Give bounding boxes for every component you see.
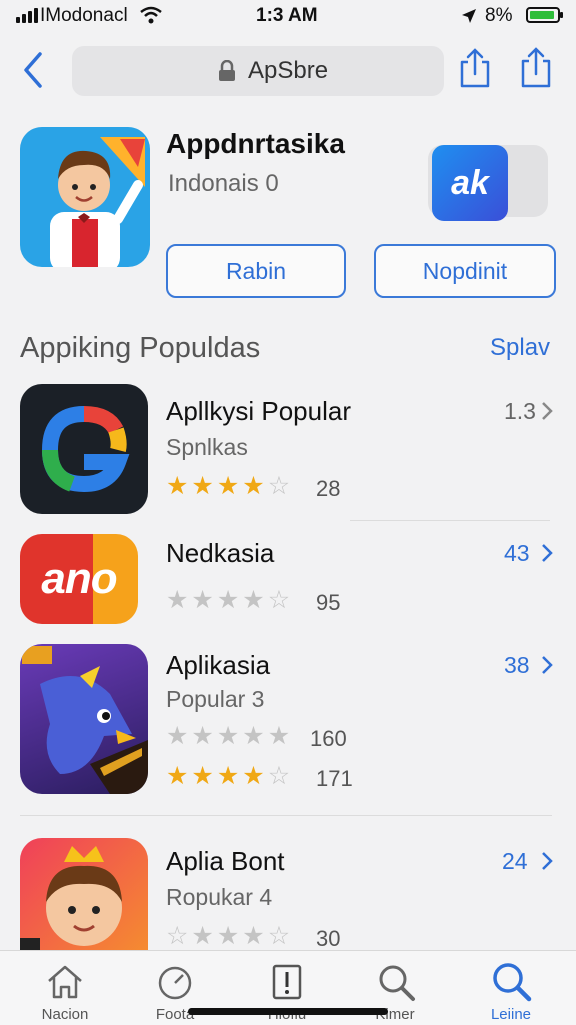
row-value: 38 xyxy=(504,652,530,678)
app-icon xyxy=(20,838,148,952)
url-text: ApSbre xyxy=(248,57,329,84)
signal-icon xyxy=(16,8,38,23)
home-icon xyxy=(48,965,82,999)
app-name: Apllkysi Popular xyxy=(166,396,351,426)
app-subtitle: Popular 3 xyxy=(166,686,265,712)
rating-count: 30 xyxy=(316,926,341,951)
star-icon: ★ xyxy=(166,762,189,790)
star-icon: ★ xyxy=(216,586,240,614)
star-rating: ★ ★ ★ ★ ☆ xyxy=(166,764,290,789)
star-icon: ★ xyxy=(166,722,189,750)
list-item[interactable]: Aplikasia Popular 3 ★ ★ ★ ★ ★ 160 ★ ★ ★ ★ ☆ 171 … xyxy=(0,640,576,800)
app-icon xyxy=(20,644,148,794)
share-icon xyxy=(521,47,551,88)
row-value: 24 xyxy=(502,848,528,874)
star-icon: ★ xyxy=(166,472,189,500)
app-name: Nedkasia xyxy=(166,538,275,568)
tab-leiine[interactable]: Leiine xyxy=(461,951,561,1025)
star-icon: ☆ xyxy=(267,472,291,500)
app-name: Aplia Bont xyxy=(166,846,285,876)
chevron-right-icon xyxy=(540,542,554,569)
share-icon xyxy=(460,48,490,88)
app-badge-icon: ak xyxy=(432,145,508,221)
star-icon: ★ xyxy=(191,722,214,750)
list-item[interactable]: ano Nedkasia ★ ★ ★ ★ ☆ 95 43 xyxy=(0,528,576,628)
star-icon: ★ xyxy=(242,762,265,790)
star-icon: ★ xyxy=(242,722,265,750)
rating-count: 28 xyxy=(316,476,341,501)
search-icon xyxy=(379,965,415,1001)
app-subtitle: Ropukar 4 xyxy=(166,884,273,910)
nopdinit-button[interactable]: Nopdinit xyxy=(374,244,556,298)
star-icon: ☆ xyxy=(166,922,189,950)
featured-side-badge[interactable]: ak xyxy=(428,145,548,221)
app-subtitle: Spnlkas xyxy=(166,434,248,460)
chevron-left-icon xyxy=(24,52,42,88)
divider xyxy=(350,520,550,521)
star-icon: ★ xyxy=(216,922,240,950)
list-item[interactable]: Apllkysi Popular Spnlkas ★ ★ ★ ★ ☆ 28 1.3 xyxy=(0,380,576,520)
tab-label: Nacion xyxy=(41,1006,89,1023)
rating-count: 171 xyxy=(316,766,353,791)
row-value: 43 xyxy=(504,540,530,566)
chevron-right-icon xyxy=(540,850,554,877)
app-badge-text: ak xyxy=(451,163,489,202)
list-item[interactable]: Aplia Bont Ropukar 4 ☆ ★ ★ ★ ☆ 30 24 xyxy=(0,836,576,952)
divider xyxy=(20,815,552,816)
star-icon: ★ xyxy=(216,472,240,500)
lock-icon xyxy=(218,59,236,87)
clock-time: 1:3 AM xyxy=(256,5,318,26)
app-icon: ano xyxy=(20,534,138,624)
rating-count: 160 xyxy=(310,726,347,751)
tab-nacion[interactable]: Nacion xyxy=(15,951,115,1025)
featured-title: Appdnrtasika xyxy=(166,128,345,159)
star-icon: ★ xyxy=(166,586,189,614)
star-rating: ★ ★ ★ ★ ☆ xyxy=(166,588,290,613)
star-icon: ☆ xyxy=(267,762,291,790)
address-bar[interactable]: ApSbre xyxy=(72,46,444,96)
search-icon xyxy=(493,963,532,1002)
star-icon: ★ xyxy=(267,722,291,750)
clock-icon xyxy=(158,966,192,1000)
star-rating: ★ ★ ★ ★ ☆ xyxy=(166,474,290,499)
row-value: 1.3 xyxy=(504,398,536,424)
app-name: Aplikasia xyxy=(166,650,271,680)
star-icon: ★ xyxy=(191,472,214,500)
rabin-button[interactable]: Rabin xyxy=(166,244,346,298)
star-rating: ☆ ★ ★ ★ ☆ xyxy=(166,924,290,949)
star-icon: ★ xyxy=(216,762,240,790)
home-indicator[interactable] xyxy=(188,1008,388,1015)
share-button-2[interactable] xyxy=(516,44,556,90)
star-icon: ★ xyxy=(191,586,214,614)
star-icon: ★ xyxy=(191,762,214,790)
featured-subtitle: Indonais 0 xyxy=(168,170,279,197)
status-bar: IModonacl 1:3 AM 8% xyxy=(0,0,576,32)
chevron-right-icon xyxy=(540,400,554,427)
star-icon: ☆ xyxy=(267,586,291,614)
location-icon xyxy=(460,7,478,31)
chevron-right-icon xyxy=(540,654,554,681)
share-button[interactable] xyxy=(456,46,494,90)
battery-icon xyxy=(526,7,563,23)
battery-percent: 8% xyxy=(485,5,513,26)
star-icon: ★ xyxy=(242,472,265,500)
carrier-label: IModonacl xyxy=(40,5,128,26)
see-all-link[interactable]: Splav xyxy=(490,334,550,362)
star-rating: ★ ★ ★ ★ ★ xyxy=(166,724,290,749)
star-icon: ★ xyxy=(242,922,265,950)
star-icon: ☆ xyxy=(267,922,291,950)
star-icon: ★ xyxy=(242,586,265,614)
star-icon: ★ xyxy=(216,722,240,750)
section-title: Appiking Populdas xyxy=(20,332,261,364)
app-icon xyxy=(20,384,148,514)
rating-count: 95 xyxy=(316,590,341,615)
featured-app-icon[interactable] xyxy=(20,127,150,267)
app-icon-text: ano xyxy=(41,554,117,603)
wifi-icon xyxy=(140,6,162,30)
star-icon: ★ xyxy=(191,922,214,950)
tab-label: Leiine xyxy=(490,1006,532,1023)
alert-icon xyxy=(272,964,302,1000)
back-button[interactable] xyxy=(18,50,52,90)
